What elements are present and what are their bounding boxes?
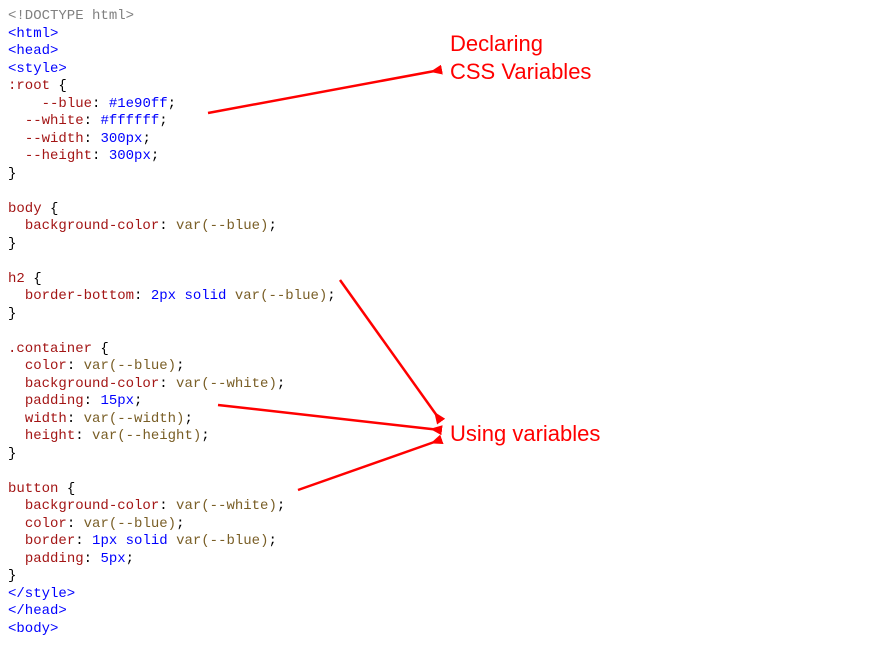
selector-button: button — [8, 481, 58, 497]
tag-head-close: </head> — [8, 603, 67, 619]
tag-body-open: <body> — [8, 621, 58, 637]
tag-head-open: <head> — [8, 43, 58, 59]
doctype-line: <!DOCTYPE html> — [8, 8, 134, 24]
prop-border-bottom: border-bottom — [25, 288, 134, 304]
prop-bgcolor-button: background-color — [25, 498, 159, 514]
tag-html-open: <html> — [8, 26, 58, 42]
prop-blue: --blue — [42, 96, 92, 112]
annotation-declaring: Declaring CSS Variables — [450, 30, 591, 85]
selector-container: .container — [8, 341, 92, 357]
val-width-decl: 300px — [100, 131, 142, 147]
prop-color-container: color — [25, 358, 67, 374]
tag-style-open: <style> — [8, 61, 67, 77]
val-height-decl: 300px — [109, 148, 151, 164]
code-block: <!DOCTYPE html> <html> <head> <style> :r… — [8, 8, 876, 638]
val-var-blue-body: var(--blue) — [176, 218, 268, 234]
prop-padding-container: padding — [25, 393, 84, 409]
prop-color-button: color — [25, 516, 67, 532]
tag-style-close: </style> — [8, 586, 75, 602]
prop-border-button: border — [25, 533, 75, 549]
selector-h2: h2 — [8, 271, 25, 287]
prop-bgcolor-body: background-color — [25, 218, 159, 234]
annotation-using: Using variables — [450, 420, 600, 448]
prop-width-decl: --width — [25, 131, 84, 147]
prop-white: --white — [25, 113, 84, 129]
selector-body: body — [8, 201, 42, 217]
val-white: #ffffff — [100, 113, 159, 129]
selector-root: :root — [8, 78, 50, 94]
prop-height-container: height — [25, 428, 75, 444]
prop-width-container: width — [25, 411, 67, 427]
prop-height-decl: --height — [25, 148, 92, 164]
prop-padding-button: padding — [25, 551, 84, 567]
val-var-blue-h2: var(--blue) — [235, 288, 327, 304]
val-blue: #1e90ff — [109, 96, 168, 112]
prop-bgcolor-container: background-color — [25, 376, 159, 392]
